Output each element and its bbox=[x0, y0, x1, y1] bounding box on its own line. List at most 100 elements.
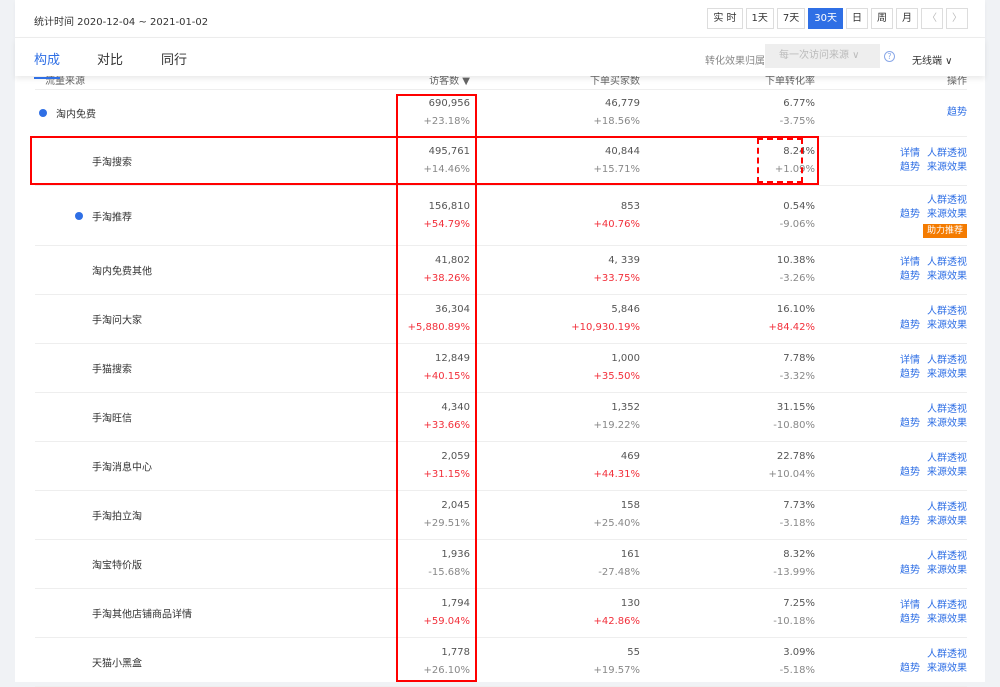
buyers-value: 1,352 bbox=[611, 402, 640, 413]
conversion-change: -10.18% bbox=[773, 616, 815, 627]
conversion-cell: 22.78% +10.04% bbox=[768, 448, 815, 484]
time-button[interactable]: 日 bbox=[846, 8, 868, 29]
action-link[interactable]: 来源效果 bbox=[927, 613, 967, 627]
collapse-icon[interactable] bbox=[39, 109, 47, 117]
action-link[interactable]: 人群透视 bbox=[927, 501, 967, 515]
action-link[interactable]: 详情 bbox=[900, 147, 920, 161]
tab-peers[interactable]: 同行 bbox=[161, 49, 187, 68]
time-button[interactable]: 1天 bbox=[745, 8, 774, 29]
buyers-value: 158 bbox=[620, 500, 640, 511]
action-link[interactable]: 人群透视 bbox=[927, 256, 967, 270]
highlight-conversion-cell bbox=[757, 138, 803, 183]
action-link[interactable]: 人群透视 bbox=[927, 599, 967, 613]
action-link[interactable]: 来源效果 bbox=[927, 270, 967, 284]
action-link[interactable]: 趋势 bbox=[900, 417, 920, 431]
action-link[interactable]: 趋势 bbox=[900, 466, 920, 480]
buyers-cell: 130 +42.86% bbox=[593, 595, 640, 631]
attribution-select[interactable]: 每一次访问来源 ∨ bbox=[765, 44, 880, 68]
time-button[interactable]: 7天 bbox=[776, 8, 806, 29]
row-actions: 趋势 bbox=[940, 106, 967, 120]
action-link[interactable]: 趋势 bbox=[900, 368, 920, 382]
action-link[interactable]: 人群透视 bbox=[927, 452, 967, 466]
action-link[interactable]: 来源效果 bbox=[927, 368, 967, 382]
action-link[interactable]: 详情 bbox=[900, 354, 920, 368]
row-actions: 人群透视 趋势 来源效果 bbox=[900, 550, 967, 578]
collapse-icon[interactable] bbox=[75, 211, 83, 220]
buyers-change: +10,930.19% bbox=[571, 322, 640, 333]
action-link[interactable]: 人群透视 bbox=[927, 147, 967, 161]
buyers-value: 469 bbox=[620, 451, 640, 462]
conversion-cell: 7.25% -10.18% bbox=[773, 595, 815, 631]
action-link[interactable]: 人群透视 bbox=[927, 354, 967, 368]
table-row: 手猫搜索 12,849 +40.15% 1,000 +35.50% 7.78% -3.32%… bbox=[35, 344, 967, 393]
action-link[interactable]: 趋势 bbox=[900, 613, 920, 627]
action-link[interactable]: 来源效果 bbox=[927, 515, 967, 529]
conversion-value: 7.73% bbox=[783, 500, 815, 511]
action-link[interactable]: 详情 bbox=[900, 599, 920, 613]
buyers-change: -27.48% bbox=[598, 567, 640, 578]
help-icon[interactable]: ? bbox=[884, 51, 895, 62]
action-link[interactable]: 人群透视 bbox=[927, 403, 967, 417]
tab-composition[interactable]: 构成 bbox=[34, 49, 61, 79]
row-actions: 人群透视 趋势 来源效果 bbox=[900, 305, 967, 333]
action-link[interactable]: 详情 bbox=[900, 256, 920, 270]
time-button[interactable]: 实 时 bbox=[707, 8, 743, 29]
action-link[interactable]: 人群透视 bbox=[927, 550, 967, 564]
row-actions: 详情 人群透视 趋势 来源效果 bbox=[900, 599, 967, 627]
action-link[interactable]: 来源效果 bbox=[927, 319, 967, 333]
buyers-value: 1,000 bbox=[611, 353, 640, 364]
conversion-change: -3.32% bbox=[779, 371, 815, 382]
conversion-change: +10.04% bbox=[768, 469, 815, 480]
traffic-source-card: 统计时间 2020-12-04 ~ 2021-01-02 实 时 1天 7天 30天日… bbox=[15, 0, 985, 687]
tab-compare[interactable]: 对比 bbox=[97, 49, 123, 68]
time-button[interactable]: 周 bbox=[871, 8, 893, 29]
action-link[interactable]: 趋势 bbox=[900, 515, 920, 529]
action-link[interactable]: 来源效果 bbox=[927, 161, 967, 175]
action-link[interactable]: 来源效果 bbox=[927, 417, 967, 431]
action-link[interactable]: 来源效果 bbox=[927, 466, 967, 480]
action-link[interactable]: 来源效果 bbox=[927, 662, 967, 676]
time-button[interactable]: 30天 bbox=[808, 8, 843, 29]
buyers-value: 55 bbox=[627, 647, 640, 658]
buyers-change: +25.40% bbox=[593, 518, 640, 529]
conversion-change: -5.18% bbox=[779, 665, 815, 676]
source-name: 手淘推荐 bbox=[92, 212, 132, 223]
action-link[interactable]: 来源效果 bbox=[927, 208, 967, 222]
next-icon[interactable]: 〉 bbox=[946, 8, 968, 29]
buyers-change: +18.56% bbox=[593, 116, 640, 127]
action-link[interactable]: 人群透视 bbox=[927, 648, 967, 662]
action-link[interactable]: 趋势 bbox=[900, 270, 920, 284]
action-link[interactable]: 来源效果 bbox=[927, 564, 967, 578]
conversion-change: -3.75% bbox=[779, 116, 815, 127]
table-row: 淘内免费其他 41,802 +38.26% 4, 339 +33.75% 10.38% -3… bbox=[35, 246, 967, 295]
buyers-change: +40.76% bbox=[593, 218, 640, 230]
action-link[interactable]: 趋势 bbox=[900, 662, 920, 676]
row-actions: 人群透视 趋势 来源效果 bbox=[900, 501, 967, 529]
source-name: 手淘旺信 bbox=[92, 413, 132, 425]
buyers-cell: 5,846 +10,930.19% bbox=[571, 301, 640, 337]
action-link[interactable]: 趋势 bbox=[900, 564, 920, 578]
period-text: 统计时间 2020-12-04 ~ 2021-01-02 bbox=[34, 17, 209, 28]
buyers-cell: 161 -27.48% bbox=[598, 546, 640, 582]
action-link[interactable]: 趋势 bbox=[947, 106, 967, 120]
conversion-value: 31.15% bbox=[776, 402, 815, 413]
action-link[interactable]: 趋势 bbox=[900, 208, 920, 222]
action-link[interactable]: 人群透视 bbox=[927, 194, 967, 208]
device-select[interactable]: 无线端 ∨ bbox=[912, 52, 953, 67]
action-link[interactable]: 趋势 bbox=[900, 161, 920, 175]
source-name: 天猫小黑盒 bbox=[92, 658, 142, 670]
conversion-value: 16.10% bbox=[776, 304, 815, 315]
table-row: 淘宝特价版 1,936 -15.68% 161 -27.48% 8.32% -13.99% 人… bbox=[35, 540, 967, 589]
boost-button[interactable]: 助力推荐 bbox=[922, 223, 967, 238]
action-link[interactable]: 人群透视 bbox=[927, 305, 967, 319]
conversion-cell: 7.73% -3.18% bbox=[780, 497, 815, 533]
buyers-change: +19.57% bbox=[593, 665, 640, 676]
conversion-change: -9.06% bbox=[779, 218, 815, 230]
row-actions: 人群透视 趋势 来源效果 bbox=[900, 648, 967, 676]
source-name: 淘内免费 bbox=[56, 109, 96, 121]
buyers-cell: 469 +44.31% bbox=[593, 448, 640, 484]
time-button[interactable]: 月 bbox=[896, 8, 918, 29]
action-link[interactable]: 趋势 bbox=[900, 319, 920, 333]
conversion-value: 22.78% bbox=[776, 451, 815, 462]
prev-icon[interactable]: 〈 bbox=[921, 8, 943, 29]
